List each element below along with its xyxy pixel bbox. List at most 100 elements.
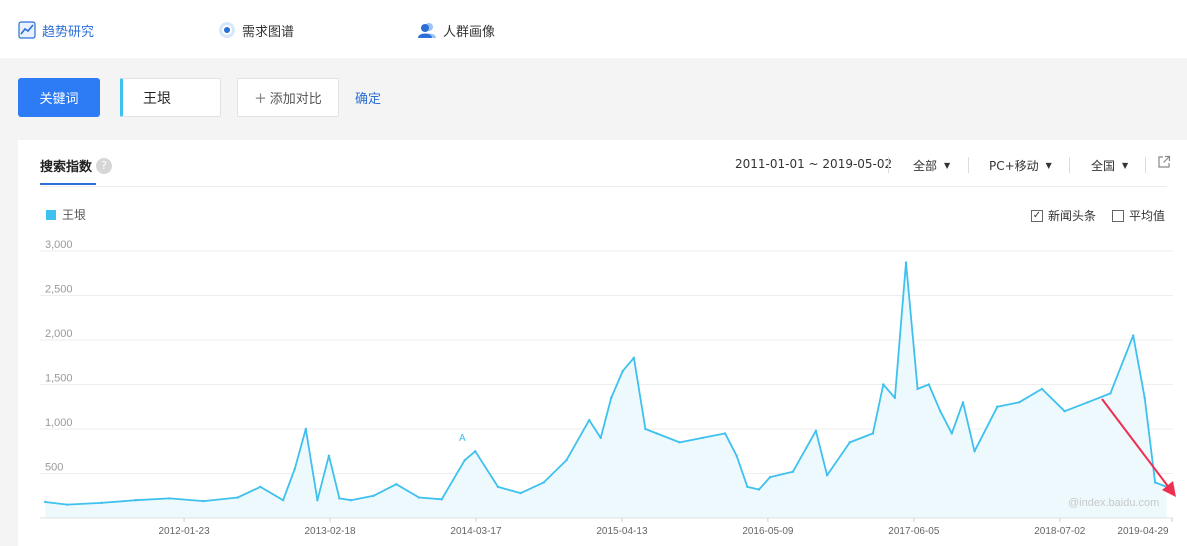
data-point[interactable] [519, 491, 522, 495]
data-point[interactable] [1153, 481, 1157, 484]
data-point[interactable] [644, 427, 647, 431]
data-point[interactable] [44, 500, 47, 504]
nav-tab-label: 需求图谱 [242, 24, 295, 40]
y-tick-label: 1,000 [45, 417, 73, 429]
data-point[interactable] [735, 454, 738, 457]
data-point[interactable] [349, 499, 353, 502]
watermark: @index.baidu.com [1068, 497, 1159, 509]
data-point[interactable] [950, 432, 954, 435]
data-point[interactable] [395, 482, 398, 486]
data-point[interactable] [609, 396, 613, 400]
data-point[interactable] [236, 496, 239, 499]
data-point[interactable] [65, 503, 69, 506]
nav-tab-trend-research[interactable]: 趋势研究 [18, 19, 94, 41]
x-axis-ticks: 2012-01-23 2013-02-18 2014-03-17 2015-04-13… [159, 518, 1173, 537]
x-tick-label: 2012-01-23 [159, 526, 211, 537]
data-point[interactable] [871, 432, 875, 435]
data-point[interactable] [848, 441, 852, 444]
data-point[interactable] [621, 369, 624, 373]
data-point[interactable] [996, 405, 999, 408]
confirm-link[interactable]: 确定 [355, 88, 381, 107]
data-point[interactable] [417, 496, 421, 499]
y-tick-label: 500 [45, 462, 63, 474]
keyword-value: 王垠 [143, 90, 171, 107]
data-point[interactable] [882, 383, 885, 386]
data-point[interactable] [1086, 401, 1089, 404]
data-point[interactable] [202, 499, 205, 503]
data-point[interactable] [281, 499, 285, 502]
data-point[interactable] [768, 475, 772, 479]
data-point[interactable] [632, 356, 636, 359]
data-point[interactable] [259, 485, 262, 489]
data-point[interactable] [496, 485, 500, 489]
add-compare-button[interactable]: + 添加对比 [237, 78, 339, 117]
y-tick-label: 2,500 [45, 284, 73, 296]
nav-tab-crowd-portrait[interactable]: 人群画像 [417, 19, 495, 41]
nav-tab-label: 趋势研究 [42, 24, 95, 40]
data-point[interactable] [293, 467, 296, 471]
nav-tab-label: 人群画像 [443, 24, 496, 40]
data-point[interactable] [463, 458, 467, 462]
data-point[interactable] [599, 436, 602, 440]
data-point[interactable] [791, 470, 795, 473]
data-point[interactable] [338, 497, 341, 500]
x-tick-label: 2015-04-13 [596, 526, 648, 537]
data-point[interactable] [327, 454, 331, 457]
data-point[interactable] [723, 432, 727, 435]
data-point[interactable] [542, 481, 545, 484]
nav-tab-demand-graph[interactable]: 需求图谱 [218, 19, 294, 41]
data-point[interactable] [746, 485, 749, 489]
data-point[interactable] [1040, 387, 1044, 391]
data-point[interactable] [565, 458, 568, 462]
data-point[interactable] [961, 401, 965, 404]
top-navigation: 趋势研究 需求图谱 人群画像 [0, 0, 1187, 58]
data-point[interactable] [134, 499, 137, 502]
data-point[interactable] [893, 396, 897, 400]
data-point[interactable] [372, 494, 375, 497]
y-tick-label: 1,500 [45, 373, 73, 385]
x-tick-label: 2018-07-02 [1034, 526, 1086, 537]
x-tick-label: 2014-03-17 [450, 526, 502, 537]
data-point[interactable] [1143, 396, 1146, 400]
people-icon [417, 21, 437, 39]
data-point[interactable] [757, 488, 761, 491]
x-tick-label: 2019-04-29 [1117, 526, 1169, 537]
data-point[interactable] [939, 410, 942, 413]
keyword-button[interactable]: 关键词 [18, 78, 100, 117]
data-point[interactable] [1109, 392, 1112, 395]
search-index-panel: 搜索指数 ? 2011-01-01 ~ 2019-05-02 全部 ▼ PC+移… [18, 140, 1187, 546]
keyword-search-bar: 关键词 王垠 + 添加对比 确定 [0, 58, 1187, 138]
x-tick-label: 2017-06-05 [888, 526, 940, 537]
data-point[interactable] [1063, 410, 1066, 413]
data-point[interactable] [1131, 334, 1135, 337]
trend-chart-icon [18, 21, 36, 39]
search-index-chart[interactable]: 3,0002,5002,0001,5001,000500 2012-01-23 2… [18, 140, 1187, 546]
annotation-marker: A [459, 433, 466, 444]
series-area [45, 262, 1167, 518]
data-point[interactable] [1018, 401, 1021, 404]
data-point[interactable] [927, 383, 930, 386]
keyword-input[interactable]: 王垠 [120, 78, 221, 117]
x-tick-label: 2013-02-18 [304, 526, 356, 537]
data-point[interactable] [655, 432, 658, 435]
data-point[interactable] [678, 441, 681, 444]
y-tick-label: 2,000 [45, 328, 73, 340]
data-point[interactable] [916, 387, 919, 391]
data-point[interactable] [474, 450, 477, 453]
data-point[interactable] [904, 261, 908, 264]
data-point[interactable] [440, 498, 443, 501]
y-tick-label: 3,000 [45, 239, 73, 251]
target-circle-icon [218, 21, 236, 39]
data-point[interactable] [304, 427, 308, 431]
data-point[interactable] [973, 450, 976, 453]
data-point[interactable] [100, 501, 103, 505]
add-compare-label: 添加对比 [269, 92, 322, 107]
data-point[interactable] [814, 429, 818, 432]
data-point[interactable] [168, 497, 171, 500]
data-point[interactable] [825, 474, 829, 477]
y-axis-ticks: 3,000 2,500 2,000 1,500 1,000 500 [45, 239, 73, 474]
data-point[interactable] [316, 499, 319, 502]
data-point[interactable] [701, 436, 704, 440]
data-point[interactable] [587, 418, 591, 422]
x-tick-label: 2016-05-09 [742, 526, 794, 537]
